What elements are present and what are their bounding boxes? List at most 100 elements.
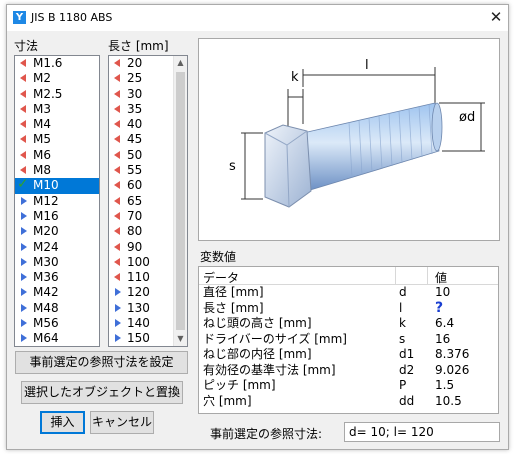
checkmark-icon: ✓ [17,176,29,193]
size-list-item[interactable]: M64 [15,331,99,346]
size-list-item[interactable]: M1.6 [15,56,99,71]
left-arrow-marker-icon [114,273,120,282]
column-header-value: 値 [435,271,448,285]
right-arrow-marker-icon [115,334,121,343]
right-arrow-marker-icon [115,319,121,328]
size-list-item-label: M12 [33,193,59,208]
size-list-item[interactable]: M36 [15,270,99,285]
dim-k-label: k [291,70,299,85]
left-arrow-marker-icon [114,59,120,67]
size-list-item[interactable]: M24 [15,240,99,255]
size-list-item[interactable]: M5 [15,132,99,147]
left-arrow-marker-icon [114,257,120,266]
length-list-item-label: 130 [127,300,150,315]
close-button[interactable]: ✕ [487,8,505,26]
size-list-item-label: M2 [33,71,51,86]
cell-symbol: P [399,378,407,392]
cell-symbol: l [399,300,403,315]
cell-name: 穴 [mm] [203,393,252,408]
cell-symbol: d2 [399,362,415,377]
dim-s-label: s [229,159,236,174]
right-arrow-marker-icon [115,303,121,312]
right-arrow-marker-icon [21,273,27,282]
cell-value: 1.5 [435,378,455,392]
length-list-item-label: 55 [127,163,143,178]
size-list-item[interactable]: ✓ M10 [15,176,99,194]
size-list-item[interactable]: M48 [15,301,99,316]
left-arrow-marker-icon [20,59,26,67]
cancel-button[interactable]: キャンセル [90,411,154,434]
left-arrow-marker-icon [114,227,120,236]
table-row: ねじ頭の高さ [mm] k 6.4 [199,316,498,332]
replace-selection-button[interactable]: 選択したオブジェクトと置換 [21,381,183,404]
size-list-item[interactable]: M56 [15,316,99,331]
length-list-item-label: 45 [127,132,143,147]
left-arrow-marker-icon [20,89,26,98]
size-list-item[interactable]: M4 [15,117,99,132]
left-arrow-marker-icon [20,120,26,129]
window-title: JIS B 1180 ABS [31,11,113,24]
size-listbox[interactable]: M1.6 M2 M2.5 M3 M4 M5 M6 M8 ✓ M10 M12 M16 M20 M24 M30 M… [14,55,100,347]
table-row: ピッチ [mm] P 1.5 [199,378,498,394]
insert-button[interactable]: 挿入 [40,411,85,434]
dim-d-label: ød [459,110,475,125]
size-list-item[interactable]: M16 [15,209,99,224]
length-list-item-label: 70 [127,208,143,223]
length-scrollbar[interactable]: ▲ ▼ [173,56,187,346]
bolt-diagram: k l ød s [198,38,500,241]
scroll-up-arrow-icon[interactable]: ▲ [174,56,187,70]
size-list-item[interactable]: M42 [15,285,99,300]
right-arrow-marker-icon [21,227,27,236]
size-list-item[interactable]: M2 [15,71,99,86]
length-list-item-label: 150 [127,331,150,346]
size-list-item-label: M24 [33,239,59,254]
table-row: ドライバーのサイズ [mm] s 16 [199,332,498,348]
size-list-item[interactable]: M20 [15,224,99,239]
left-arrow-marker-icon [114,196,120,205]
column-header-data: データ [203,271,240,285]
length-list-item-label: 25 [127,71,143,86]
cell-symbol: k [399,316,406,330]
length-list-item-label: 80 [127,224,143,239]
left-arrow-marker-icon [114,120,120,129]
length-listbox[interactable]: 20 25 30 35 40 45 50 55 60 65 70 80 90 100 110 120 130 14… [108,55,188,347]
dialog-window: Y JIS B 1180 ABS ✕ 寸法 長さ [mm] M1.6 M2 M2.5… [6,4,509,450]
scroll-thumb[interactable] [176,72,185,330]
right-arrow-marker-icon [21,257,27,266]
app-icon: Y [13,11,26,24]
size-list-item[interactable]: M30 [15,255,99,270]
size-list-item-label: M36 [33,270,59,285]
size-list-item-label: M2.5 [33,86,63,101]
left-arrow-marker-icon [114,74,120,83]
cell-value: 6.4 [435,316,455,330]
length-list-item-label: 20 [127,56,143,70]
size-list-item-label: M1.6 [33,56,63,70]
length-list-item-label: 110 [127,270,150,285]
size-list-item-label: M42 [33,285,59,300]
left-arrow-marker-icon [114,211,120,220]
right-arrow-marker-icon [21,334,27,343]
size-list-item[interactable]: M6 [15,148,99,163]
left-arrow-marker-icon [114,166,120,175]
right-arrow-marker-icon [21,303,27,312]
right-arrow-marker-icon [21,242,27,251]
right-arrow-marker-icon [21,196,27,205]
scroll-down-arrow-icon[interactable]: ▼ [174,332,187,346]
variables-label: 変数値 [200,250,237,264]
cell-value: 10 [435,285,451,299]
cell-name: 有効径の基準寸法 [mm] [203,362,336,377]
size-list-item[interactable]: M3 [15,102,99,117]
length-list-item-label: 90 [127,239,143,254]
size-list-item-label: M56 [33,316,59,331]
length-list-item-label: 50 [127,147,143,162]
right-arrow-marker-icon [21,211,27,220]
length-list-item-label: 65 [127,193,143,208]
size-list-item[interactable]: M12 [15,194,99,209]
set-reference-button[interactable]: 事前選定の参照寸法を設定 [15,351,188,374]
size-list-item[interactable]: M2.5 [15,87,99,102]
length-list-item-label: 30 [127,86,143,101]
size-list-item-label: M64 [33,331,59,346]
right-arrow-marker-icon [21,319,27,328]
table-header: データ 値 [199,267,498,285]
cell-value: 16 [435,331,451,346]
